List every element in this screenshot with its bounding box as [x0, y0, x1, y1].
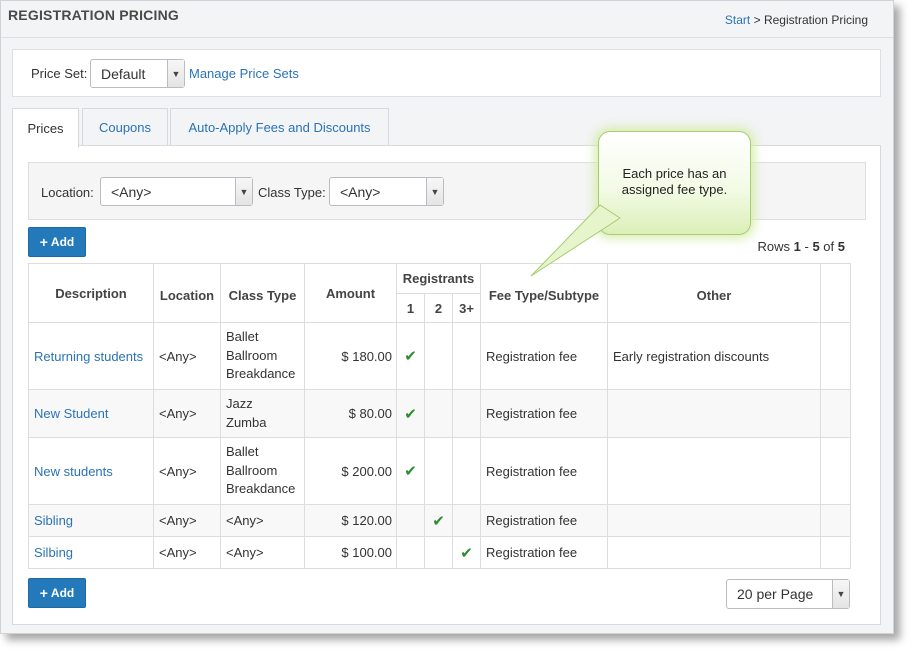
callout-pointer [530, 204, 621, 277]
callout-tail-shape [530, 204, 621, 277]
